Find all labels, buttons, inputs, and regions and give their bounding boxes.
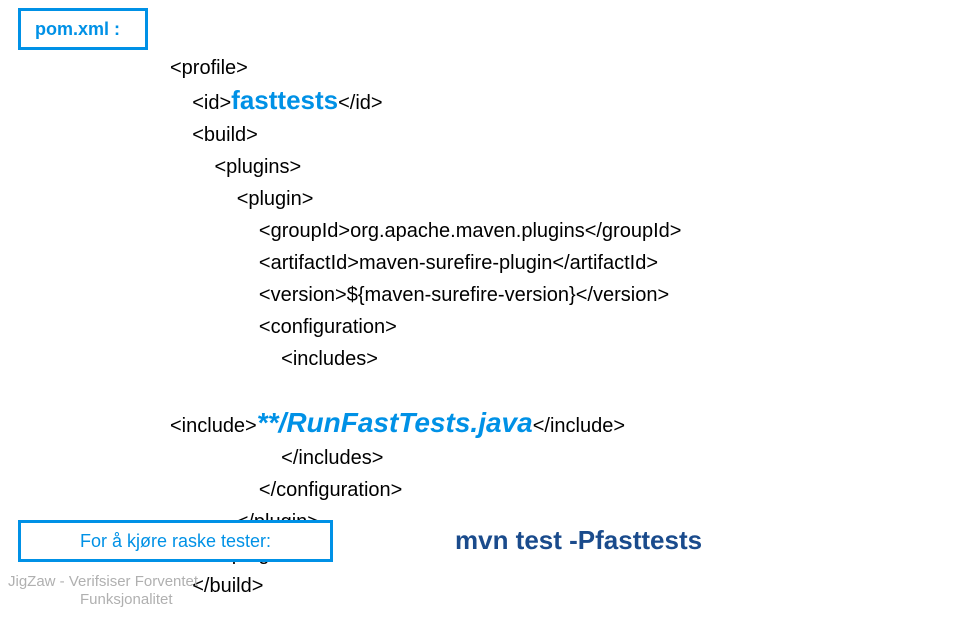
pom-xml-label: pom.xml : <box>18 8 148 50</box>
code-line: <version>${maven-surefire-version}</vers… <box>259 284 669 306</box>
code-line: </includes> <box>281 447 383 469</box>
code-line: </id> <box>338 92 382 114</box>
code-line: <id> <box>192 92 231 114</box>
include-pattern: **/RunFastTests.java <box>257 407 533 438</box>
code-line: <groupId>org.apache.maven.plugins</group… <box>259 220 682 242</box>
code-line: </build> <box>192 575 263 597</box>
code-line: </configuration> <box>259 479 402 501</box>
run-fast-tests-label-text: For å kjøre raske tester: <box>80 531 271 552</box>
code-block: <profile> <id>fasttests</id> <build> <pl… <box>170 20 681 602</box>
code-line: <configuration> <box>259 316 397 338</box>
code-line: <build> <box>192 124 258 146</box>
code-line: </include> <box>533 415 625 437</box>
code-line: <plugins> <box>214 156 301 178</box>
profile-id-value: fasttests <box>231 85 338 115</box>
footer-line-1: JigZaw - Verifsiser Forventet <box>8 573 198 591</box>
footer-watermark: JigZaw - Verifsiser Forventet Funksjonal… <box>8 573 198 609</box>
pom-xml-label-text: pom.xml : <box>35 19 120 40</box>
mvn-command: mvn test -Pfasttests <box>455 525 702 556</box>
code-line: <includes> <box>281 348 378 370</box>
run-fast-tests-label: For å kjøre raske tester: <box>18 520 333 562</box>
code-line: <profile> <box>170 57 248 79</box>
code-line: <plugin> <box>237 188 314 210</box>
code-line: <include> <box>170 415 257 437</box>
footer-line-2: Funksjonalitet <box>8 591 198 609</box>
code-line: <artifactId>maven-surefire-plugin</artif… <box>259 252 658 274</box>
